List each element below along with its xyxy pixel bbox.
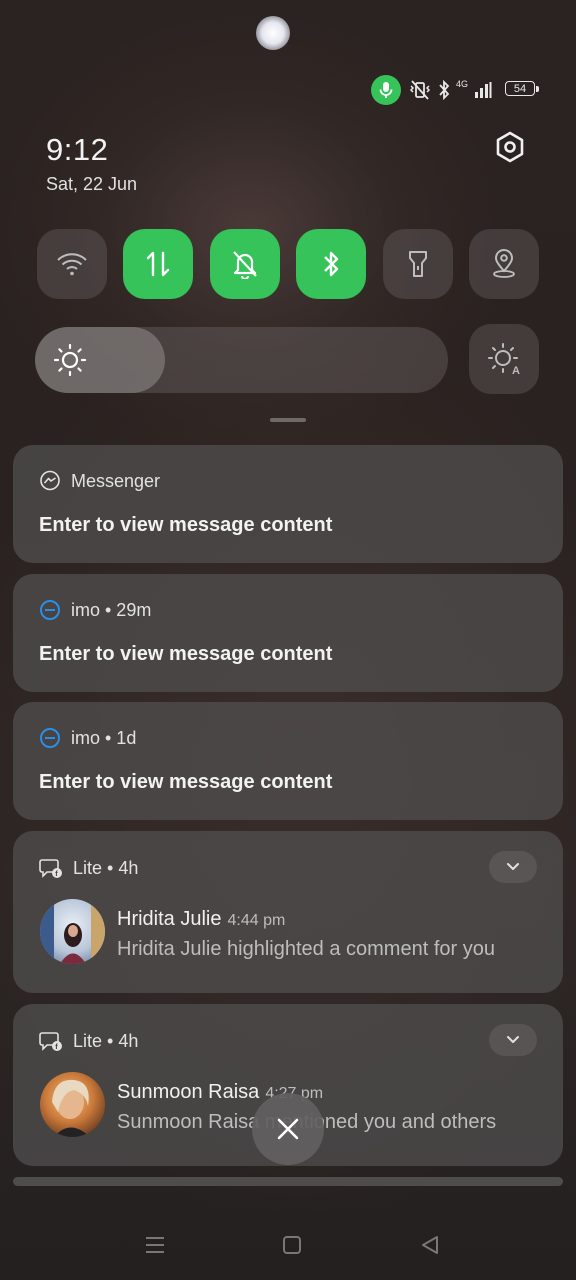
imo-icon	[40, 728, 60, 748]
avatar	[40, 899, 105, 964]
gear-icon	[496, 131, 524, 163]
clock-time: 9:12	[46, 132, 109, 167]
messenger-icon	[40, 470, 60, 491]
vibrate-off-icon	[409, 80, 431, 100]
sender-line: Hridita Julie 4:44 pm	[117, 908, 285, 931]
mobile-data-icon	[146, 251, 170, 277]
drag-handle[interactable]	[270, 418, 306, 422]
flashlight-tile[interactable]	[383, 229, 453, 299]
wifi-tile[interactable]	[37, 229, 107, 299]
status-icons: 4G	[408, 78, 492, 102]
home-square-icon	[283, 1236, 301, 1254]
notification-header: imo • 29m	[39, 599, 151, 621]
brightness-sun-icon	[53, 343, 87, 382]
home-button[interactable]	[277, 1230, 307, 1260]
notification-card-imo[interactable]: imo • 1d Enter to view message content	[13, 702, 563, 820]
expand-button[interactable]	[489, 851, 537, 883]
location-pin-icon	[493, 249, 515, 278]
notification-app-name: imo • 29m	[71, 599, 152, 620]
notification-body: Enter to view message content	[39, 643, 333, 665]
location-tile[interactable]	[469, 229, 539, 299]
clock-date: Sat, 22 Jun	[46, 174, 138, 194]
network-type-label: 4G	[456, 79, 469, 89]
recent-apps-button[interactable]	[140, 1230, 170, 1260]
notification-header: Messenger	[39, 470, 160, 492]
back-triangle-icon	[422, 1236, 438, 1254]
settings-button[interactable]	[493, 130, 527, 164]
facebook-lite-icon: f	[39, 1032, 62, 1051]
imo-icon	[40, 600, 60, 620]
chevron-down-icon	[507, 863, 519, 870]
notification-header: f Lite • 4h	[39, 1030, 138, 1052]
microphone-icon	[379, 82, 393, 98]
front-camera	[256, 16, 290, 50]
svg-text:A: A	[512, 365, 520, 376]
wifi-icon	[57, 253, 87, 276]
notification-card-imo[interactable]: imo • 29m Enter to view message content	[13, 574, 563, 692]
flashlight-icon	[409, 251, 427, 277]
notification-header: f Lite • 4h	[39, 857, 138, 879]
bluetooth-icon	[324, 251, 339, 277]
bluetooth-status-icon	[439, 80, 450, 100]
auto-brightness-tile[interactable]: A	[469, 324, 539, 394]
mobile-data-tile[interactable]	[123, 229, 193, 299]
chevron-down-icon	[507, 1036, 519, 1043]
notification-header: imo • 1d	[39, 727, 136, 749]
expand-button[interactable]	[489, 1024, 537, 1056]
bluetooth-tile[interactable]	[296, 229, 366, 299]
battery-indicator: 54	[505, 81, 539, 96]
notification-card-messenger[interactable]: Messenger Enter to view message content	[13, 445, 563, 563]
more-notifications-edge	[13, 1177, 563, 1186]
menu-icon	[146, 1237, 164, 1253]
back-button[interactable]	[415, 1230, 445, 1260]
auto-brightness-icon: A	[488, 343, 520, 376]
close-icon	[277, 1118, 299, 1140]
bell-off-icon	[233, 251, 257, 279]
notification-card-lite[interactable]: f Lite • 4h Hridita Julie 4:44 pm Hridit…	[13, 831, 563, 993]
message-snippet: Sunmoon Raisa mentioned you and others	[117, 1111, 497, 1133]
facebook-lite-icon: f	[39, 859, 62, 878]
message-snippet: Hridita Julie highlighted a comment for …	[117, 938, 495, 960]
battery-level: 54	[513, 82, 527, 95]
sender-name: Sunmoon Raisa	[117, 1081, 260, 1103]
cellular-signal-icon	[475, 82, 492, 98]
avatar	[40, 1072, 105, 1137]
notification-app-name: imo • 1d	[71, 727, 137, 748]
mic-in-use-indicator[interactable]	[371, 75, 401, 105]
clear-all-button[interactable]	[252, 1093, 324, 1165]
notification-app-name: Messenger	[71, 470, 161, 491]
sender-name: Hridita Julie	[117, 908, 222, 930]
silent-mode-tile[interactable]	[210, 229, 280, 299]
notification-app-name: Lite • 4h	[73, 1030, 139, 1051]
notification-app-name: Lite • 4h	[73, 857, 139, 878]
message-time: 4:44 pm	[227, 912, 286, 929]
notification-body: Enter to view message content	[39, 514, 333, 536]
notification-body: Enter to view message content	[39, 771, 333, 793]
